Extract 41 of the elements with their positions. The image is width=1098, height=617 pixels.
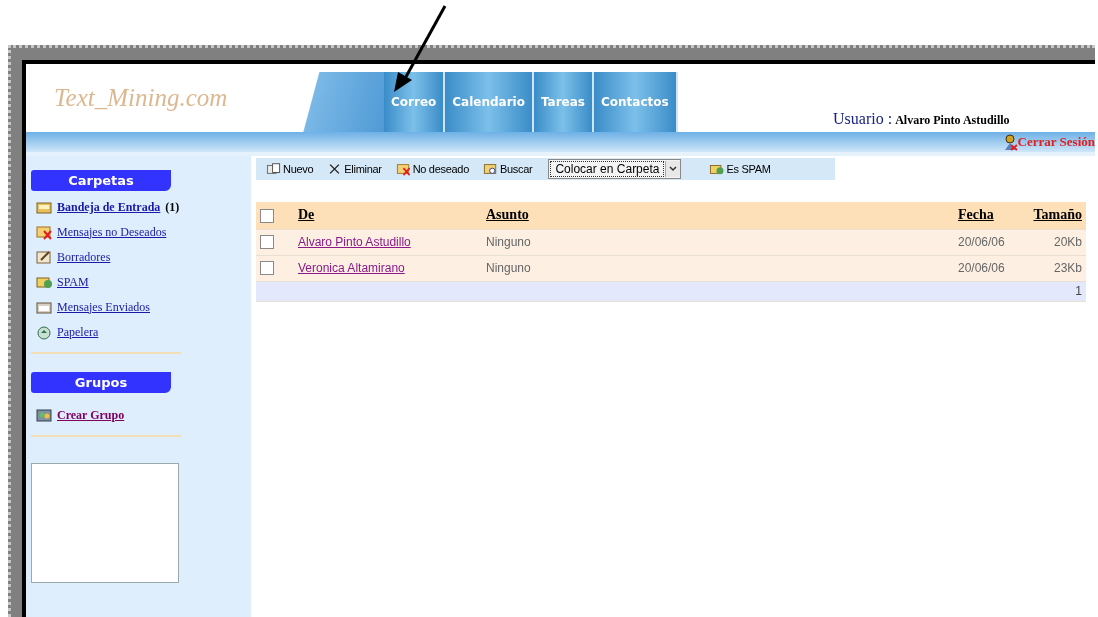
- folder-link[interactable]: Crear Grupo: [57, 407, 125, 423]
- search-icon: [483, 162, 498, 176]
- table-cell: 20/06/06: [954, 229, 1022, 255]
- toolbar-button[interactable]: No deseado: [391, 158, 475, 180]
- column-header[interactable]: Tamaño: [1033, 207, 1082, 223]
- envelope-icon: [709, 162, 725, 176]
- toolbar-button[interactable]: Buscar: [479, 158, 539, 180]
- folder-link[interactable]: Mensajes Enviados: [57, 299, 150, 315]
- folder-link[interactable]: Papelera: [57, 324, 99, 340]
- folder-link[interactable]: SPAM: [57, 274, 89, 290]
- folder-link[interactable]: Borradores: [57, 249, 111, 265]
- logo: Text_Mining.com: [54, 84, 228, 112]
- folder-dropdown[interactable]: Colocar en Carpeta: [548, 159, 682, 179]
- checkbox[interactable]: [260, 208, 274, 223]
- table-cell: 20/06/06: [954, 255, 1022, 281]
- page-link[interactable]: 1: [1075, 284, 1082, 298]
- document-icon: [266, 162, 281, 176]
- table-cell: 20Kb: [1022, 229, 1086, 255]
- section-header: Carpetas: [31, 170, 171, 191]
- folder-link[interactable]: Bandeja de Entrada: [57, 199, 161, 215]
- user-label: Usuario :: [833, 110, 893, 128]
- toolbar-button[interactable]: Es SPAM: [705, 158, 777, 180]
- column-header[interactable]: De: [298, 207, 315, 223]
- sender-link[interactable]: Alvaro Pinto Astudillo: [298, 235, 411, 249]
- unread-count: (1): [165, 199, 180, 215]
- sender-link[interactable]: Veronica Altamirano: [298, 261, 405, 275]
- section-header: Grupos: [31, 372, 171, 393]
- envelope-icon: [395, 162, 411, 176]
- toolbar-button[interactable]: Nuevo: [262, 158, 320, 180]
- toolbar-button[interactable]: Eliminar: [323, 158, 388, 180]
- checkbox[interactable]: [260, 235, 274, 250]
- dropdown-caret-icon: [665, 161, 681, 177]
- column-header[interactable]: Asunto: [486, 207, 529, 223]
- checkbox[interactable]: [260, 261, 274, 276]
- table-cell: Ninguno: [482, 255, 954, 281]
- user-name: Alvaro Pinto Astudillo: [895, 113, 1010, 128]
- folder-link[interactable]: Mensajes no Deseados: [57, 224, 167, 240]
- table-cell: Ninguno: [482, 229, 954, 255]
- group-icon: [36, 407, 52, 423]
- table-cell: 23Kb: [1022, 255, 1086, 281]
- column-header[interactable]: Fecha: [958, 207, 994, 223]
